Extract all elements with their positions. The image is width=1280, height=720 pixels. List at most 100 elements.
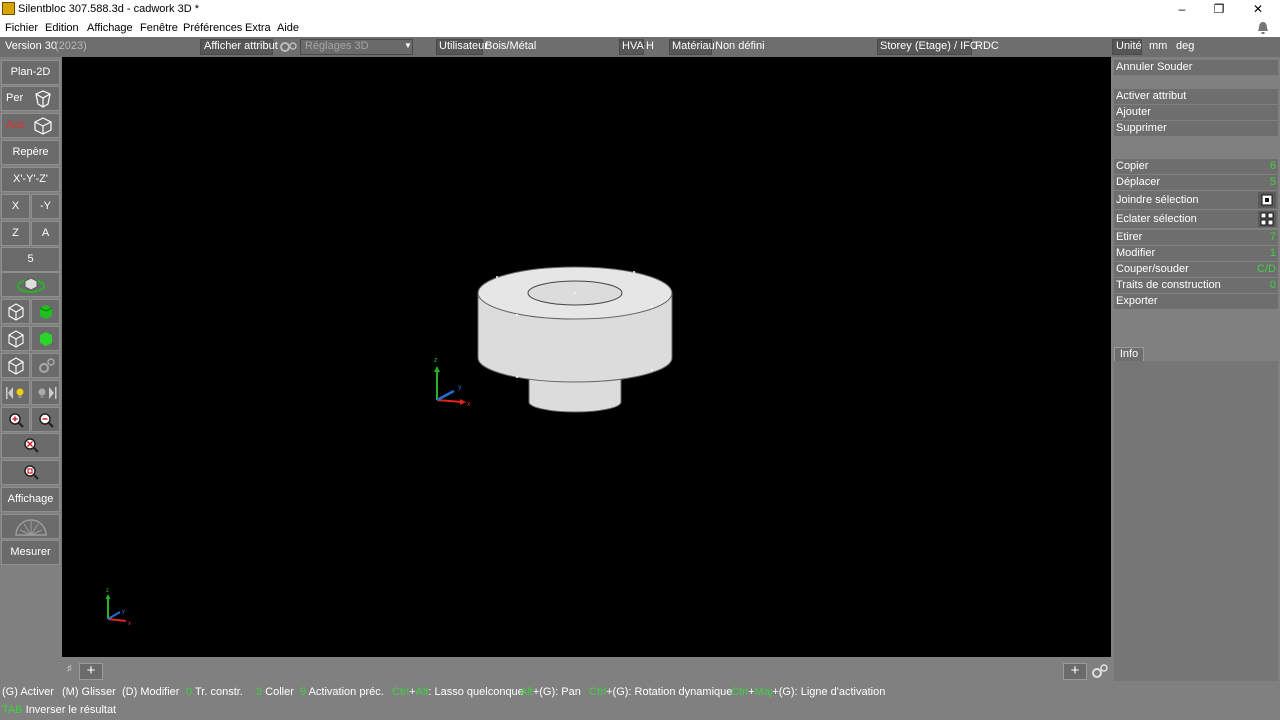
viewport-bottom-bar: ♯ + + <box>0 660 1112 682</box>
supprimer-label: Supprimer <box>1116 122 1167 134</box>
copier-button[interactable]: Copier 6 <box>1114 159 1278 174</box>
render-view-button[interactable] <box>1 353 30 378</box>
menu-preferences[interactable]: Préférences <box>183 22 242 34</box>
version-label: Version 30 <box>5 40 57 52</box>
hint-ligne-activation: Ctrl+Maj+(G): Ligne d'activation <box>731 686 886 698</box>
minimize-icon[interactable]: – <box>1164 0 1200 19</box>
exporter-button[interactable]: Exporter <box>1114 294 1278 309</box>
perspective-button[interactable]: Per <box>1 86 60 111</box>
annuler-souder-button[interactable]: Annuler Souder <box>1114 60 1278 75</box>
activer-attribut-label: Activer attribut <box>1116 90 1187 102</box>
tab-pin-icon[interactable]: ♯ <box>67 663 72 673</box>
hint-tr-constr: 0 Tr. constr. <box>186 686 243 698</box>
gear-icon[interactable] <box>278 40 298 54</box>
menu-bar: Fichier Edition Affichage Fenêtre Préfér… <box>0 19 1280 37</box>
view-x-button[interactable]: X <box>1 194 30 219</box>
view-5-button[interactable]: 5 <box>1 247 60 272</box>
menu-aide[interactable]: Aide <box>277 22 299 34</box>
repere-button[interactable]: Repère <box>1 140 60 165</box>
xyz-prime-button[interactable]: X'-Y'-Z' <box>1 167 60 192</box>
hint-coller: 3 Coller <box>256 686 294 698</box>
zoom-all-button[interactable] <box>1 460 60 485</box>
traits-construction-label: Traits de construction <box>1116 279 1221 291</box>
chevron-down-icon[interactable]: ▼ <box>404 41 412 50</box>
menu-affichage[interactable]: Affichage <box>87 22 133 34</box>
close-icon[interactable]: ✕ <box>1240 0 1276 19</box>
view-a-button[interactable]: A <box>31 221 60 246</box>
couper-souder-label: Couper/souder <box>1116 263 1189 275</box>
axonometric-cube-icon <box>34 117 52 135</box>
ajouter-button[interactable]: Ajouter <box>1114 105 1278 120</box>
add-viewport-button[interactable]: + <box>1063 663 1087 680</box>
wireframe-view-button[interactable] <box>1 299 30 324</box>
menu-fenetre[interactable]: Fenêtre <box>140 22 178 34</box>
zoom-out-button[interactable] <box>31 407 60 432</box>
view-minus-y-button[interactable]: -Y <box>31 194 60 219</box>
rotate-view-button[interactable] <box>1 272 60 297</box>
right-panel: Annuler Souder Activer attribut Ajouter … <box>1112 57 1280 682</box>
axonometric-label: Axo <box>6 119 25 131</box>
exporter-label: Exporter <box>1116 295 1158 307</box>
corner-axis-y-label: y <box>122 609 125 615</box>
join-selection-icon <box>1258 192 1276 208</box>
hidden-line-view-button[interactable] <box>1 326 30 351</box>
eclater-selection-button[interactable]: Eclater sélection <box>1114 210 1278 228</box>
hint-activer: (G) Activer <box>2 686 54 698</box>
menu-extra[interactable]: Extra <box>245 22 271 34</box>
window-title: Silentbloc 307.588.3d - cadwork 3D * <box>18 3 199 15</box>
measure-gauge-button[interactable] <box>1 514 60 539</box>
activer-attribut-button[interactable]: Activer attribut <box>1114 89 1278 104</box>
axonometric-button[interactable]: Axo <box>1 113 60 138</box>
axis-z-label: z <box>434 357 438 364</box>
restore-icon[interactable]: ❐ <box>1201 0 1237 19</box>
hva-value: H <box>646 40 654 52</box>
storey-value: RDC <box>975 40 999 52</box>
view-z-button[interactable]: Z <box>1 221 30 246</box>
materiau-value: Non défini <box>715 40 765 52</box>
hint-tab-inverser: TAB Inverser le résultat <box>2 704 117 716</box>
deplacer-button[interactable]: Déplacer 5 <box>1114 175 1278 190</box>
plan-2d-button[interactable]: Plan-2D <box>1 60 60 85</box>
viewport-settings-gear-icon[interactable] <box>1090 663 1110 680</box>
title-bar: Silentbloc 307.588.3d - cadwork 3D * – ❐… <box>0 0 1280 19</box>
angle-unit: deg <box>1176 40 1195 52</box>
storey-label: Storey (Etage) / IFC <box>880 40 978 52</box>
zoom-window-button[interactable] <box>1 433 60 458</box>
mesurer-button[interactable]: Mesurer <box>1 540 60 565</box>
zoom-all-icon <box>24 465 39 480</box>
render-cube-icon <box>8 357 24 375</box>
eclater-selection-label: Eclater sélection <box>1116 213 1197 225</box>
etirer-button[interactable]: Etirer 7 <box>1114 230 1278 245</box>
axis-gizmo-center: z y x <box>434 357 471 408</box>
notification-bell-icon[interactable] <box>1256 20 1270 35</box>
light-previous-button[interactable] <box>1 380 30 405</box>
menu-fichier[interactable]: Fichier <box>5 22 38 34</box>
zoom-in-button[interactable] <box>1 407 30 432</box>
couper-souder-button[interactable]: Couper/souder C/D <box>1114 262 1278 277</box>
app-icon <box>2 2 15 15</box>
zoom-window-icon <box>24 438 39 453</box>
solid-view-button[interactable] <box>31 299 60 324</box>
light-bulb-left-icon <box>6 387 24 399</box>
affichage-button[interactable]: Affichage <box>1 487 60 512</box>
rotate-cube-icon <box>17 277 45 293</box>
supprimer-button[interactable]: Supprimer <box>1114 121 1278 136</box>
unite-label: Unité <box>1116 40 1142 52</box>
light-next-button[interactable] <box>31 380 60 405</box>
traits-construction-button[interactable]: Traits de construction 0 <box>1114 278 1278 293</box>
plus-icon: + <box>1070 662 1080 679</box>
view-settings-button[interactable] <box>31 353 60 378</box>
3d-viewport[interactable]: z y x z y x <box>62 57 1111 657</box>
deplacer-label: Déplacer <box>1116 176 1161 188</box>
left-panel: Plan-2D Per Axo Repère X'-Y'-Z' X -Y Z A… <box>0 57 61 660</box>
shaded-view-button[interactable] <box>31 326 60 351</box>
annuler-souder-label: Annuler Souder <box>1116 61 1193 73</box>
modifier-button[interactable]: Modifier 1 <box>1114 246 1278 261</box>
add-view-tab-button[interactable]: + <box>79 663 103 680</box>
deplacer-shortcut: 5 <box>1269 176 1276 188</box>
info-tab[interactable]: Info <box>1114 347 1144 361</box>
joindre-selection-button[interactable]: Joindre sélection <box>1114 191 1278 209</box>
axis-gizmo-corner: z y x <box>105 588 131 627</box>
utilisateur-value: Bois/Métal <box>485 40 537 52</box>
menu-edition[interactable]: Edition <box>45 22 79 34</box>
